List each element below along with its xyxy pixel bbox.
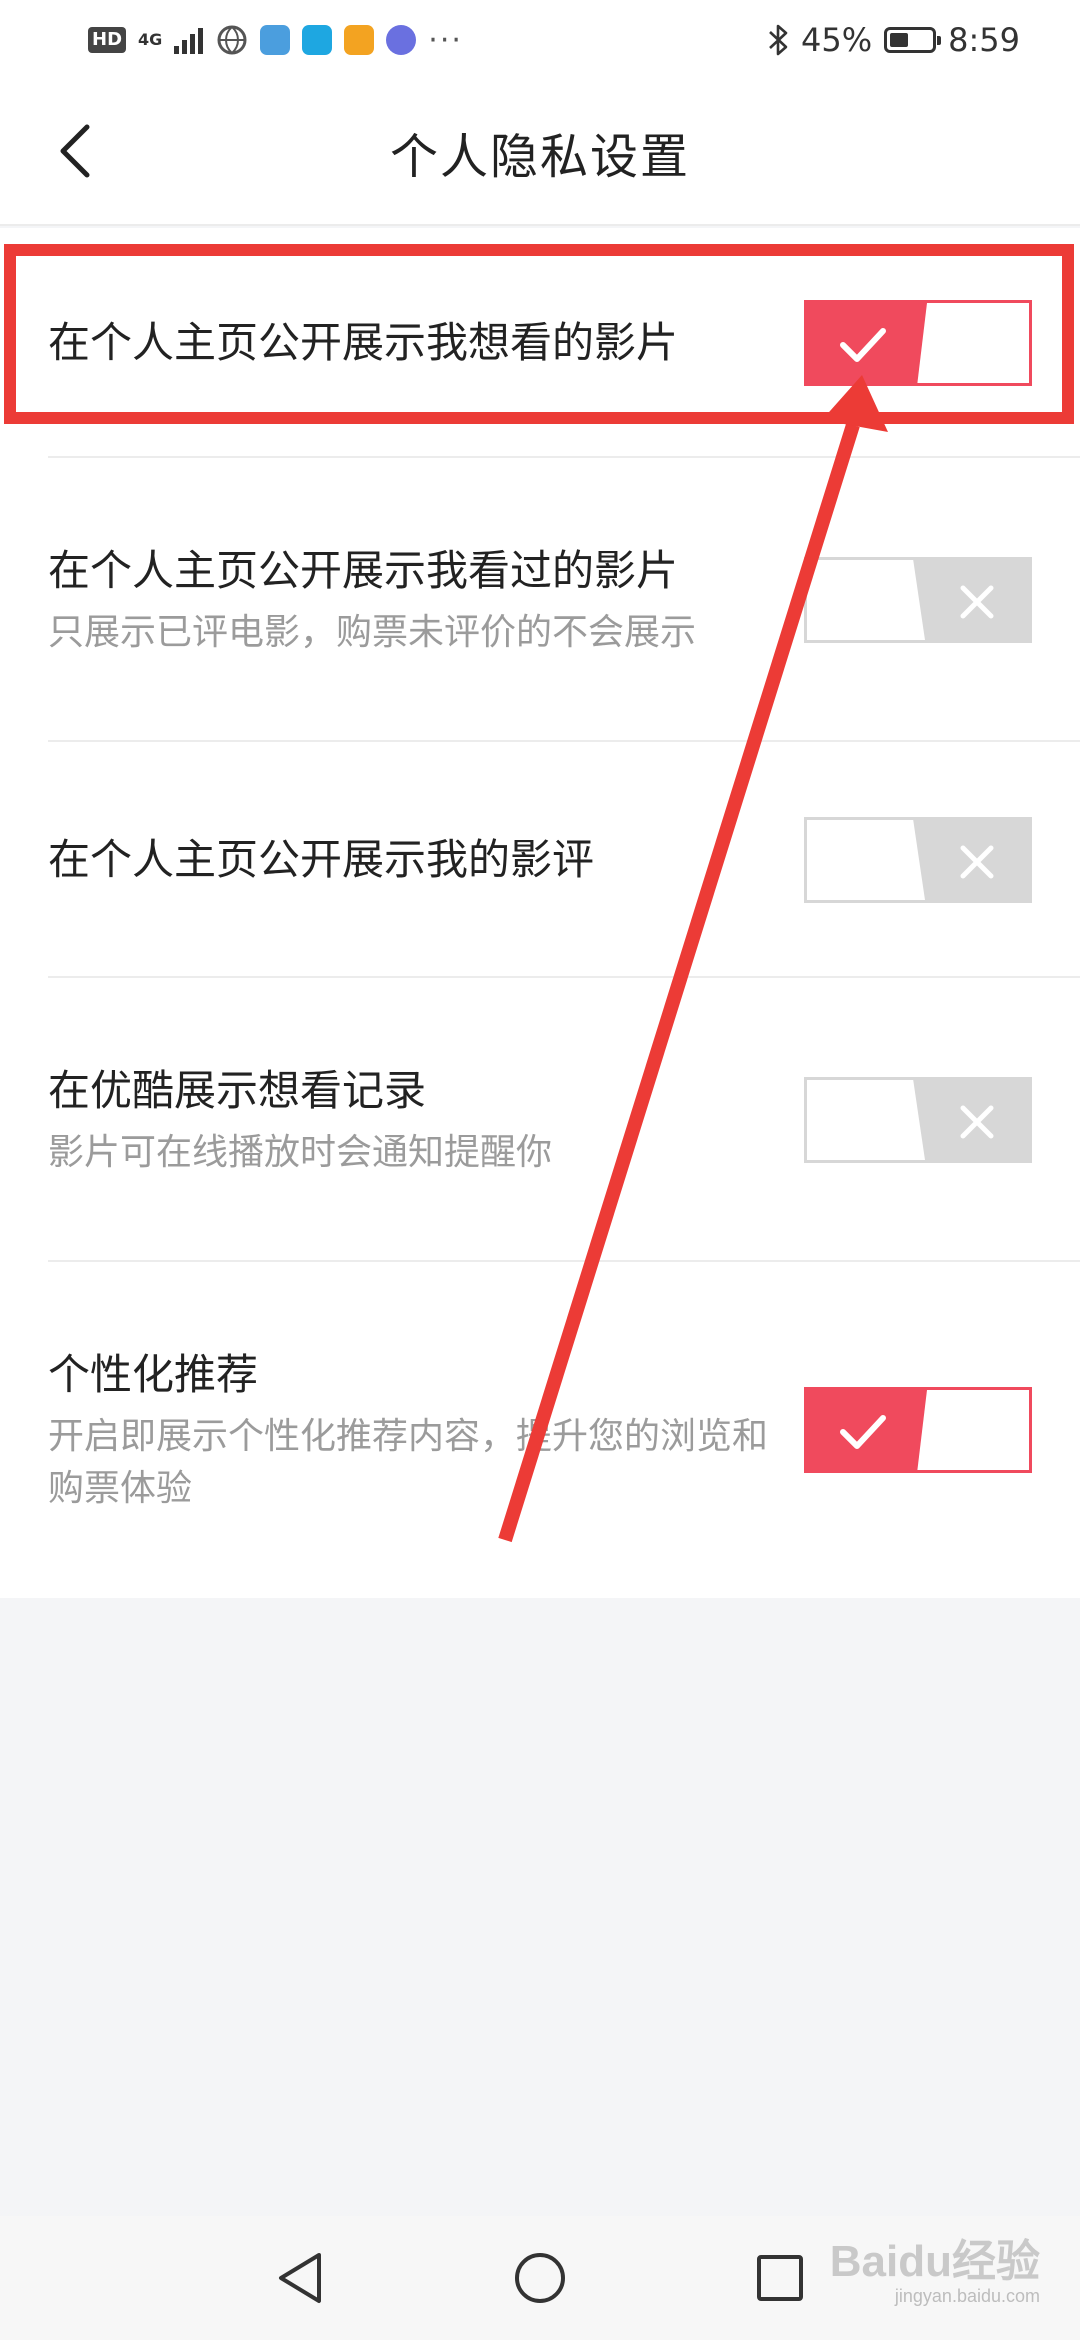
setting-row-personalized-recommendation: 个性化推荐 开启即展示个性化推荐内容，提升您的浏览和购票体验 (0, 1262, 1080, 1598)
setting-row-youku-wishlist: 在优酷展示想看记录 影片可在线播放时会通知提醒你 (0, 978, 1080, 1262)
shop-app-icon (344, 25, 375, 55)
battery-icon (884, 27, 942, 53)
battery-percent: 45% (801, 21, 873, 59)
page-title: 个人隐私设置 (389, 129, 690, 185)
check-icon (840, 328, 886, 362)
setting-row-my-reviews: 在个人主页公开展示我的影评 (0, 742, 1080, 978)
watermark-url: jingyan.baidu.com (894, 2286, 1040, 2306)
settings-list: 在个人主页公开展示我想看的影片 在个人主页公开展示我看过的影片 只展示已评电影，… (0, 228, 1080, 1598)
close-icon (960, 845, 994, 879)
bluetooth-icon (769, 24, 788, 56)
status-right: 45% 8:59 (767, 21, 1020, 59)
personalized-recommendation-toggle[interactable] (804, 1387, 1032, 1473)
setting-subtitle: 开启即展示个性化推荐内容，提升您的浏览和购票体验 (48, 1416, 769, 1509)
setting-text: 在个人主页公开展示我的影评 (48, 830, 594, 890)
baidu-watermark: Baidu经验 jingyan.baidu.com (830, 2240, 1040, 2308)
toggle-fill (807, 820, 925, 900)
setting-title: 在个人主页公开展示我想看的影片 (48, 318, 679, 367)
watermark-text: Baidu经验 (829, 2237, 1040, 2286)
toggle-fill (807, 560, 925, 640)
close-icon (960, 585, 994, 619)
hd-badge: HD (88, 27, 127, 53)
triangle-back-icon (279, 2253, 321, 2303)
setting-row-watched-movies: 在个人主页公开展示我看过的影片 只展示已评电影，购票未评价的不会展示 (0, 458, 1080, 742)
youku-wishlist-toggle[interactable] (804, 1077, 1032, 1163)
more-notifications: ··· (428, 22, 463, 58)
watched-movies-toggle[interactable] (804, 557, 1032, 643)
setting-subtitle: 影片可在线播放时会通知提醒你 (48, 1132, 553, 1173)
my-reviews-toggle[interactable] (804, 817, 1032, 903)
page-header: 个人隐私设置 (0, 80, 1080, 226)
nav-home-button[interactable] (505, 2243, 575, 2313)
chevron-left-icon (60, 124, 90, 178)
check-icon (840, 1415, 886, 1449)
network-type: 4G (138, 30, 163, 49)
signal-icon (174, 28, 204, 54)
setting-text: 在个人主页公开展示我看过的影片 只展示已评电影，购票未评价的不会展示 (48, 541, 696, 659)
nav-recents-button[interactable] (745, 2243, 815, 2313)
setting-title: 在个人主页公开展示我的影评 (48, 835, 595, 884)
toggle-fill (807, 1080, 925, 1160)
clock: 8:59 (948, 21, 1020, 59)
square-recents-icon (757, 2255, 803, 2301)
setting-title: 在个人主页公开展示我看过的影片 (48, 546, 679, 595)
close-icon (960, 1105, 994, 1139)
nav-back-button[interactable] (265, 2243, 335, 2313)
setting-text: 在个人主页公开展示我想看的影片 (48, 313, 678, 373)
search-app-icon (302, 25, 333, 55)
setting-text: 个性化推荐 开启即展示个性化推荐内容，提升您的浏览和购票体验 (48, 1345, 768, 1515)
back-button[interactable] (40, 116, 110, 186)
setting-title: 在优酷展示想看记录 (48, 1066, 427, 1115)
battery-level (890, 33, 909, 47)
setting-row-wish-movies: 在个人主页公开展示我想看的影片 (0, 228, 1080, 458)
setting-subtitle: 只展示已评电影，购票未评价的不会展示 (48, 612, 697, 653)
globe-icon (217, 25, 247, 55)
circle-home-icon (515, 2253, 565, 2303)
wish-movies-toggle[interactable] (804, 300, 1032, 386)
music-app-icon (386, 25, 417, 55)
status-left: HD 4G ··· (88, 23, 463, 58)
setting-text: 在优酷展示想看记录 影片可在线播放时会通知提醒你 (48, 1061, 552, 1179)
status-bar: HD 4G ··· 45% 8:59 (0, 0, 1080, 80)
reader-app-icon (260, 25, 291, 55)
setting-title: 个性化推荐 (48, 1350, 259, 1399)
